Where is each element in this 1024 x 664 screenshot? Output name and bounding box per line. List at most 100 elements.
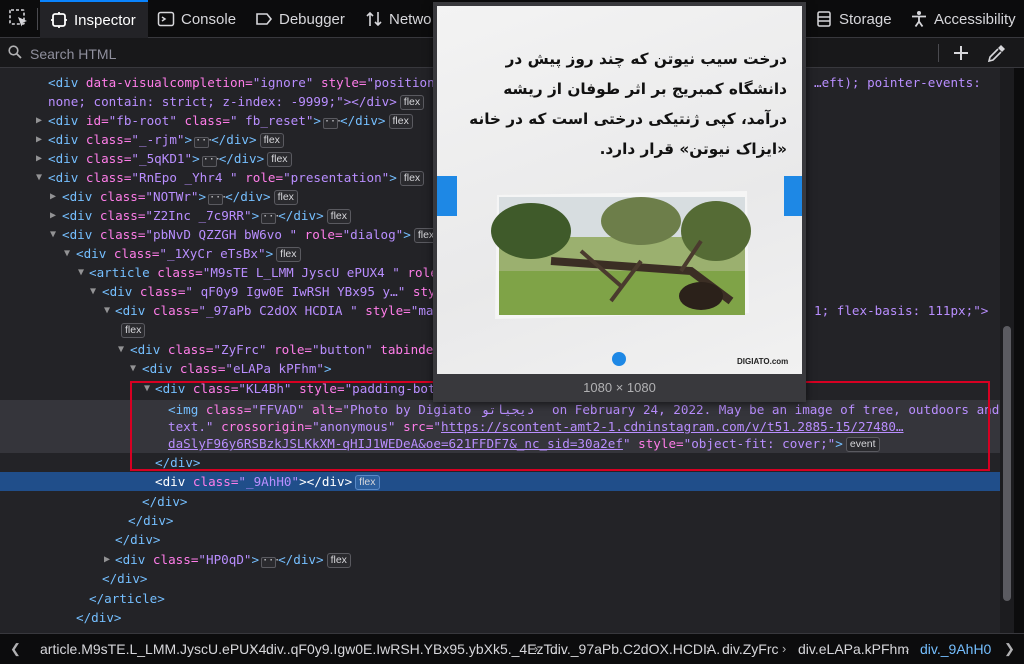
tab-label: Netwo <box>389 10 432 28</box>
breadcrumb-item[interactable]: div.ZyFrc <box>722 641 779 657</box>
flex-badge[interactable]: flex <box>121 323 146 338</box>
expand-arrow-icon[interactable]: ▶ <box>48 206 58 225</box>
collapse-arrow-icon[interactable]: ▼ <box>62 244 72 263</box>
breadcrumb-scroll-left-icon[interactable]: ❮ <box>10 641 21 657</box>
eyedropper-icon[interactable] <box>986 42 1008 64</box>
tag: <div <box>62 227 100 242</box>
attr-value: "dialog" <box>342 227 404 242</box>
tab-network[interactable]: Netwo <box>365 0 432 38</box>
flex-badge[interactable]: flex <box>355 475 380 490</box>
tab-debugger[interactable]: Debugger <box>255 0 345 38</box>
markup-scrollbar[interactable] <box>1000 68 1014 633</box>
attr-value: "RnEpo _Yhr4 " <box>131 170 238 185</box>
collapse-arrow-icon[interactable]: ▼ <box>128 359 138 378</box>
markup-node-line[interactable]: </div> <box>0 530 1000 549</box>
add-node-icon[interactable] <box>950 42 972 64</box>
tag-close: > <box>265 246 274 261</box>
flex-badge[interactable]: flex <box>399 171 425 186</box>
breadcrumb-item[interactable]: div.eLAPa.kPFhm <box>798 641 909 657</box>
tab-inspector[interactable]: Inspector <box>40 0 148 38</box>
closing-tag: </div> <box>340 113 386 128</box>
breadcrumb-item-current[interactable]: div._9AhH0 <box>920 641 991 657</box>
markup-node-line[interactable]: </div> <box>0 608 1000 627</box>
tab-label: Accessibility <box>934 10 1016 28</box>
flex-badge[interactable]: flex <box>259 133 284 148</box>
collapsed-children-icon[interactable]: ··· <box>194 136 213 148</box>
collapse-arrow-icon[interactable]: ▼ <box>48 225 58 244</box>
fallen-tree-photo <box>491 191 751 319</box>
tag: <div <box>48 170 86 185</box>
closing-tag: </div> <box>102 571 148 586</box>
attr-name: class= <box>152 552 199 567</box>
search-icon <box>8 45 22 64</box>
breadcrumb-item[interactable]: div._97aPb.C2dOX.HCDIA. <box>550 641 720 657</box>
attr-name: id= <box>85 113 109 128</box>
markup-node-line[interactable]: </div> <box>0 511 1000 530</box>
attr-name: class= <box>176 113 231 128</box>
collapse-arrow-icon[interactable]: ▼ <box>88 282 98 301</box>
breadcrumb: ❮ article.M9sTE.L_LMM.JyscU.ePUX4. › div… <box>0 633 1024 664</box>
attr-value: …eft); pointer-events: <box>814 75 981 90</box>
flex-badge[interactable]: flex <box>326 209 352 224</box>
flex-badge[interactable]: flex <box>326 553 351 568</box>
flex-badge[interactable]: flex <box>399 95 425 110</box>
toolbar-separator <box>37 8 38 30</box>
tag-close: > <box>324 361 332 376</box>
collapse-arrow-icon[interactable]: ▼ <box>102 301 112 320</box>
flex-badge[interactable]: flex <box>388 114 413 129</box>
collapsed-children-icon[interactable]: ··· <box>323 117 342 129</box>
closing-tag: </div> <box>278 208 324 223</box>
collapsed-children-icon[interactable]: ··· <box>208 193 227 205</box>
markup-node-line[interactable]: </div> <box>0 569 1000 588</box>
scrollbar-thumb[interactable] <box>1003 326 1011 601</box>
expand-arrow-icon[interactable]: ▶ <box>34 149 44 168</box>
attr-value: 1; flex-basis: 111px;"> <box>814 303 989 318</box>
attr-value: "button" <box>312 342 373 357</box>
attr-value: " fb_reset" <box>230 113 314 128</box>
attr-name: class= <box>99 208 146 223</box>
attr-name: class= <box>157 265 203 280</box>
attr-name: role= <box>297 227 343 242</box>
breadcrumb-scroll-right-icon[interactable]: ❯ <box>1004 641 1015 657</box>
tag: <div <box>62 189 100 204</box>
selected-node-line[interactable]: <div class="_9AhH0"></div> flex <box>0 472 1000 491</box>
attr-name: class= <box>99 189 146 204</box>
flex-badge[interactable]: flex <box>273 190 298 205</box>
closing-tag: </div> <box>278 552 324 567</box>
attr-name: sty <box>405 284 436 299</box>
expand-arrow-icon[interactable]: ▶ <box>34 111 44 130</box>
attr-value: "_1XyCr eTsBx" <box>159 246 266 261</box>
preview-image: درخت سیب نیوتن که چند روز پیش در دانشگاه… <box>437 6 802 374</box>
attr-name: style= <box>313 75 367 90</box>
expand-arrow-icon[interactable]: ▶ <box>48 187 58 206</box>
markup-node-line[interactable]: </div> <box>0 492 1000 511</box>
collapse-arrow-icon[interactable]: ▼ <box>116 340 126 359</box>
decor-bar <box>437 176 457 216</box>
flex-badge[interactable]: flex <box>276 247 301 262</box>
tab-storage[interactable]: Storage <box>815 0 892 38</box>
flex-badge[interactable]: flex <box>267 152 292 167</box>
collapsed-children-icon[interactable]: ··· <box>201 155 221 167</box>
element-picker-icon[interactable] <box>6 6 32 32</box>
collapsed-children-icon[interactable]: ··· <box>261 212 280 224</box>
breadcrumb-item[interactable]: article.M9sTE.L_LMM.JyscU.ePUX4. <box>40 641 270 657</box>
collapse-arrow-icon[interactable]: ▼ <box>34 168 44 187</box>
markup-node-line[interactable]: </article> <box>0 589 1000 608</box>
expand-arrow-icon[interactable]: ▶ <box>102 550 112 569</box>
tab-label: Storage <box>839 10 892 28</box>
collapse-arrow-icon[interactable]: ▼ <box>76 263 86 282</box>
closing-tag: </div> <box>76 610 122 625</box>
breadcrumb-separator-icon: › <box>534 641 539 656</box>
tag-close: > <box>389 170 397 185</box>
tab-accessibility[interactable]: Accessibility <box>910 0 1016 38</box>
attr-name: class= <box>99 227 146 242</box>
breadcrumb-item[interactable]: div..qF0y9.Igw0E.IwRSH.YBx95.ybXk5._4EzT… <box>266 641 566 657</box>
tab-console[interactable]: Console <box>157 0 236 38</box>
tag: <article <box>89 265 158 280</box>
closing-tag: </div> <box>211 132 257 147</box>
collapsed-children-icon[interactable]: ··· <box>261 556 280 568</box>
attr-name: role= <box>237 170 284 185</box>
markup-node-line[interactable]: ▶ <div class="HP0qD"> ···</div> flex <box>0 550 1000 569</box>
tag: <div <box>142 361 180 376</box>
expand-arrow-icon[interactable]: ▶ <box>34 130 44 149</box>
